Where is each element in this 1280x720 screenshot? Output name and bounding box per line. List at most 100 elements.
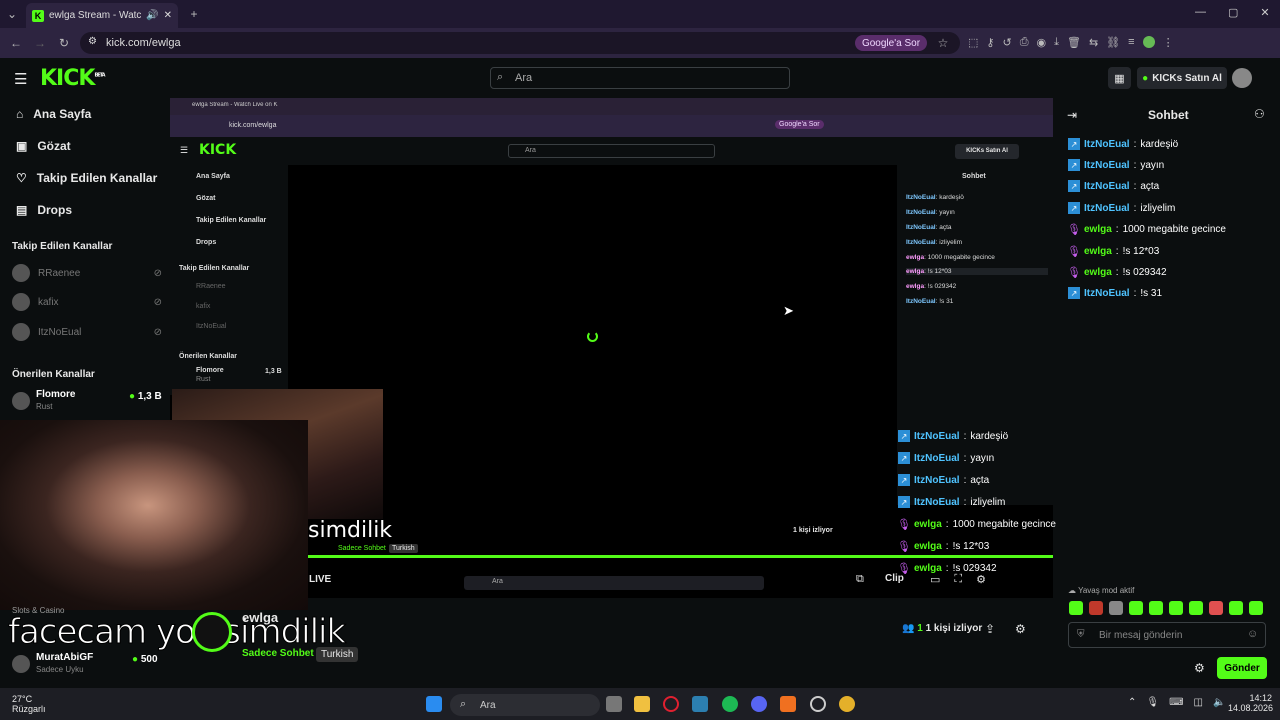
tab-close-icon[interactable]: ✕ (164, 10, 172, 21)
inner-channel: ItzNoEual (196, 323, 227, 330)
key-icon[interactable]: ⚷ (986, 36, 994, 49)
category-tag[interactable]: Sadece Sohbet (242, 648, 314, 659)
weather-widget[interactable]: 27°C Rüzgarlı (12, 694, 46, 714)
menu-dots-icon[interactable]: ⋮ (1163, 36, 1174, 49)
chat-settings-icon[interactable]: ⚙ (1194, 661, 1205, 675)
history-icon[interactable]: ↺ (1002, 36, 1011, 49)
file-explorer-icon[interactable] (634, 696, 650, 712)
task-view-icon[interactable] (606, 696, 622, 712)
language-tag[interactable]: Turkish (316, 647, 359, 662)
emote-icon[interactable] (1089, 601, 1103, 615)
steam-icon[interactable] (692, 696, 708, 712)
recommended-channel[interactable]: Flomore Rust ● 1,3 B (12, 389, 162, 413)
search-input[interactable]: ⌕ Ara (490, 67, 790, 89)
chat-message: ↗ ItzNoEual: kardeşiö (1068, 138, 1178, 150)
followed-channel[interactable]: ItzNoEual ⊘ (12, 323, 162, 341)
inner-address-bar: kick.com/ewlga Google'a Sor (170, 115, 1053, 137)
tray-chevron-icon[interactable]: ⌃ (1128, 697, 1136, 708)
taskbar-search-label: Ara (480, 699, 496, 711)
taskbar-search[interactable]: ⌕ Ara (450, 694, 600, 716)
opera-icon[interactable] (663, 696, 679, 712)
inner-chat-line: ItzNoEual: !s 31 (906, 298, 954, 305)
translate-icon[interactable]: ⇆ (1089, 36, 1098, 49)
volume-icon[interactable]: 🔈 (1213, 697, 1225, 708)
overlay-chat-line: ↗ ItzNoEual: kardeşiö (898, 430, 1008, 442)
google-sor-button[interactable]: Google'a Sor (855, 35, 927, 51)
emoji-icon[interactable]: ☺ (1247, 628, 1258, 640)
clock[interactable]: 14:12 14.08.2026 (1228, 693, 1273, 713)
address-bar[interactable]: ⚙ kick.com/ewlga (80, 32, 960, 54)
nav-following[interactable]: ♡ Takip Edilen Kanallar (16, 171, 157, 185)
app-icon[interactable] (780, 696, 796, 712)
download-icon[interactable]: ⤓ (1054, 36, 1059, 49)
channel-avatar[interactable] (192, 612, 232, 652)
emote-icon[interactable] (1249, 601, 1263, 615)
buy-kicks-button[interactable]: ● KICKs Satın Al (1137, 67, 1227, 89)
spotify-icon[interactable] (722, 696, 738, 712)
emote-icon[interactable] (1129, 601, 1143, 615)
emote-icon[interactable] (1189, 601, 1203, 615)
inner-chat-line: ewlga: !s 12*03 (906, 268, 1048, 275)
inner-tag: Turkish (389, 544, 418, 553)
pip-icon[interactable]: ⧉ (856, 573, 864, 586)
emote-icon[interactable] (1209, 601, 1223, 615)
keyboard-icon[interactable]: ⌨ (1169, 697, 1183, 708)
chat-users-icon[interactable]: ⚇ (1254, 107, 1265, 121)
tab-list-icon[interactable]: ⌄ (4, 6, 20, 22)
chat-message-input[interactable]: ⛨ Bir mesaj gönderin ☺ (1068, 622, 1266, 648)
extensions-icon[interactable]: ⬚ (968, 36, 978, 49)
theater-icon[interactable]: ▭ (930, 573, 940, 586)
send-button[interactable]: Gönder (1217, 657, 1267, 679)
user-avatar[interactable] (1232, 68, 1252, 88)
options-icon[interactable]: ⚙ (1015, 622, 1026, 636)
followed-channel[interactable]: kafix ⊘ (12, 293, 162, 311)
new-tab-icon[interactable]: + (186, 6, 202, 22)
bookmark-star-icon[interactable]: ☆ (935, 35, 951, 51)
emote-icon[interactable] (1229, 601, 1243, 615)
kick-logo[interactable]: KICKBETA (40, 66, 106, 91)
browser-tab[interactable]: K ewlga Stream - Watch Live o 🔊 ✕ (26, 3, 178, 28)
site-info-icon[interactable]: ⚙ (88, 36, 97, 47)
dashboard-icon[interactable]: ▦ (1108, 67, 1131, 89)
collapse-chat-icon[interactable]: ⇥ (1067, 108, 1077, 122)
speaker-icon[interactable]: 🔊 (146, 10, 158, 21)
emote-icon[interactable] (1149, 601, 1163, 615)
minimize-icon[interactable]: — (1195, 6, 1206, 19)
camera-icon[interactable]: ◉ (1037, 36, 1047, 49)
forward-icon[interactable]: → (32, 35, 48, 51)
discord-icon[interactable] (751, 696, 767, 712)
settings-icon[interactable]: ⚙ (976, 573, 986, 586)
channel-category: Rust (36, 402, 53, 411)
nav-home[interactable]: ⌂ Ana Sayfa (16, 107, 91, 121)
nav-drops[interactable]: ▤ Drops (16, 203, 72, 217)
nav-browse[interactable]: ▣ Gözat (16, 139, 71, 153)
emote-icon[interactable] (1109, 601, 1123, 615)
obs-icon[interactable] (810, 696, 826, 712)
maximize-icon[interactable]: ▢ (1228, 6, 1238, 19)
emote-icon[interactable] (1169, 601, 1183, 615)
emote-icon[interactable] (1069, 601, 1083, 615)
screenshot-icon[interactable]: ⎙ (1020, 36, 1029, 49)
channel-name[interactable]: ewlga (242, 610, 278, 625)
send-label: Gönder (1224, 662, 1260, 674)
reading-list-icon[interactable]: ≡ (1128, 36, 1134, 49)
fullscreen-icon[interactable]: ⛶ (954, 573, 962, 586)
reload-icon[interactable]: ↻ (56, 35, 72, 51)
back-icon[interactable]: ← (8, 35, 24, 51)
recommended-channel[interactable]: MuratAbiGF Sadece Uyku ● 500 (12, 652, 162, 676)
clip-button[interactable]: Clip (885, 573, 904, 584)
link-icon[interactable]: ⛓ (1106, 36, 1120, 49)
window-close-icon[interactable]: ✕ (1260, 6, 1269, 19)
channel-name: MuratAbiGF (36, 652, 94, 663)
mic-icon[interactable]: 🎙 (1146, 697, 1159, 708)
mic-badge-icon: 🎙 (897, 562, 911, 575)
hamburger-menu-icon[interactable]: ☰ (14, 70, 27, 88)
share-icon[interactable]: ⇪ (985, 622, 995, 636)
chrome-icon[interactable] (839, 696, 855, 712)
network-icon[interactable]: ◫ (1194, 697, 1203, 708)
inner-chat-line: ewlga: !s 029342 (906, 283, 957, 290)
followed-channel[interactable]: RRaenee ⊘ (12, 264, 162, 282)
start-icon[interactable] (426, 696, 442, 712)
trash-icon[interactable]: 🗑 (1067, 36, 1081, 49)
profile-avatar-icon[interactable] (1142, 36, 1155, 48)
